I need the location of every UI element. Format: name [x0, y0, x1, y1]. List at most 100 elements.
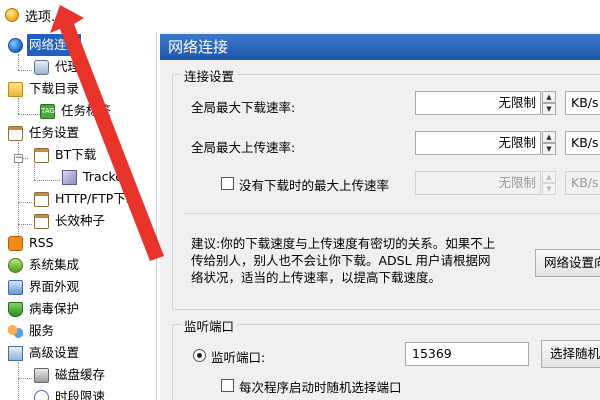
- clipboard-icon: [34, 147, 49, 163]
- window-title: 选项...: [25, 9, 64, 25]
- spin-down-icon[interactable]: ▼: [542, 183, 556, 195]
- max-upload-unit: KB/s: [565, 131, 600, 155]
- options-tree: − 网络连接 代理 下载目录 TAG 任务标签 任务设置 BT下载 Tracke…: [0, 32, 157, 400]
- tree-item-label: 任务标签: [61, 103, 112, 118]
- spin-up-icon[interactable]: ▲: [542, 91, 556, 103]
- proxy-icon: [34, 59, 49, 75]
- tree-item-task-settings[interactable]: 任务设置: [8, 122, 81, 144]
- connection-settings-title: 连接设置: [181, 66, 238, 85]
- tree-item-label: 磁盘缓存: [55, 367, 106, 382]
- tree-item-long-term-seeds[interactable]: 长效种子: [34, 210, 107, 232]
- tree-item-virus-protection[interactable]: 病毒保护: [8, 298, 81, 320]
- tree-connector: [18, 202, 32, 203]
- idle-upload-spinner[interactable]: ▲ ▼: [542, 171, 556, 195]
- idle-upload-input[interactable]: 无限制: [415, 171, 541, 195]
- tree-item-label: 任务设置: [29, 125, 80, 140]
- tree-item-network-connection[interactable]: 网络连接: [8, 34, 82, 56]
- tree-item-label: 长效种子: [55, 213, 106, 228]
- settings-panel: 网络连接 连接设置 全局最大下载速率: 无限制 ▲ ▼ KB/s 全局最大上传速…: [160, 32, 600, 400]
- tree-item-label: HTTP/FTP下载: [55, 191, 139, 206]
- max-download-spinner[interactable]: ▲ ▼: [542, 91, 556, 115]
- max-download-input[interactable]: 无限制: [415, 91, 541, 115]
- tree-item-label: 病毒保护: [29, 301, 80, 316]
- spin-up-icon[interactable]: ▲: [542, 171, 556, 183]
- tree-item-task-tags[interactable]: TAG 任务标签: [40, 100, 113, 122]
- tree-item-rss[interactable]: RSS: [8, 232, 56, 254]
- idle-upload-label: 没有下载时的最大上传速率: [239, 178, 390, 193]
- max-upload-spinner[interactable]: ▲ ▼: [542, 131, 556, 155]
- clock-icon: [34, 389, 49, 400]
- tree-item-label: BT下载: [55, 147, 97, 162]
- advanced-icon: [8, 345, 23, 361]
- globe-icon: [8, 37, 23, 53]
- bt-download-expander[interactable]: −: [14, 154, 23, 163]
- title-bar: 选项...: [0, 0, 600, 30]
- clipboard-icon: [8, 125, 23, 141]
- clipboard-icon: [34, 213, 49, 229]
- tree-item-label: 网络连接: [27, 34, 82, 56]
- tree-connector: [34, 180, 60, 181]
- tree-item-bt-download[interactable]: BT下载: [34, 144, 98, 166]
- tree-item-label: RSS: [29, 235, 54, 250]
- advice-line: 建议:你的下载速度与上传速度有密切的关系。如果不上: [191, 236, 496, 251]
- tree-item-time-speed-limit[interactable]: 时段限速: [34, 386, 107, 400]
- appearance-icon: [8, 279, 23, 295]
- tree-item-label: Tracker: [83, 169, 129, 184]
- spin-down-icon[interactable]: ▼: [542, 103, 556, 115]
- system-icon: [8, 257, 23, 273]
- listen-port-input[interactable]: 15369: [405, 342, 529, 366]
- service-icon: [8, 323, 23, 339]
- tree-item-proxy[interactable]: 代理: [34, 56, 82, 78]
- spin-down-icon[interactable]: ▼: [542, 143, 556, 155]
- advice-line: 传给别人，别人也不会让你下载。ADSL 用户请根据网: [191, 253, 491, 268]
- shield-icon: [8, 301, 23, 317]
- listen-port-group: 监听端口 监听端口: 15369 选择随机端口 每次程序启动时随机选择端口: [172, 316, 600, 400]
- tree-item-download-directory[interactable]: 下载目录: [8, 78, 81, 100]
- tree-item-label: 下载目录: [29, 81, 80, 96]
- tree-item-label: 高级设置: [29, 345, 80, 360]
- spin-up-icon[interactable]: ▲: [542, 131, 556, 143]
- tree-connector: [18, 98, 19, 114]
- tree-item-label: 系统集成: [29, 257, 80, 272]
- tree-item-disk-cache[interactable]: 磁盘缓存: [34, 364, 107, 386]
- panel-title: 网络连接: [160, 34, 600, 60]
- tree-connector: [18, 70, 32, 71]
- tag-icon: TAG: [40, 103, 55, 119]
- tree-item-appearance[interactable]: 界面外观: [8, 276, 81, 298]
- tree-connector: [18, 362, 19, 400]
- tree-item-label: 服务: [29, 323, 55, 338]
- idle-upload-checkbox[interactable]: [221, 177, 234, 190]
- tree-item-label: 时段限速: [55, 389, 106, 400]
- connection-settings-group: 连接设置 全局最大下载速率: 无限制 ▲ ▼ KB/s 全局最大上传速率: 无限…: [172, 66, 600, 310]
- group-divider: [183, 213, 600, 214]
- tree-item-advanced-settings[interactable]: 高级设置: [8, 342, 81, 364]
- max-upload-input[interactable]: 无限制: [415, 131, 541, 155]
- network-wizard-button[interactable]: 网络设置向导: [535, 249, 600, 277]
- tree-item-label: 代理: [55, 59, 81, 74]
- clipboard-icon: [34, 191, 49, 207]
- cube-icon: [62, 169, 77, 185]
- tree-connector: [18, 224, 32, 225]
- random-on-start-checkbox[interactable]: [221, 379, 234, 392]
- max-upload-label: 全局最大上传速率:: [191, 140, 296, 155]
- idle-upload-unit: KB/s: [565, 171, 600, 195]
- tree-item-services[interactable]: 服务: [8, 320, 56, 342]
- advice-line: 络状况，适当的上传速率，以提高下载速度。: [191, 270, 442, 285]
- random-port-button[interactable]: 选择随机端口: [541, 340, 600, 368]
- tree-connector: [18, 378, 32, 379]
- folder-icon: [8, 81, 23, 97]
- disk-icon: [34, 367, 49, 383]
- bandwidth-advice-note: 建议:你的下载速度与上传速度有密切的关系。如果不上 传给别人，别人也不会让你下载…: [191, 235, 533, 286]
- rss-icon: [8, 235, 23, 251]
- listen-port-radio[interactable]: [193, 349, 206, 362]
- tree-item-tracker[interactable]: Tracker: [62, 166, 130, 188]
- random-on-start-label: 每次程序启动时随机选择端口: [239, 380, 402, 395]
- tree-item-label: 界面外观: [29, 279, 80, 294]
- tree-connector: [18, 54, 19, 70]
- tree-item-system-integration[interactable]: 系统集成: [8, 254, 81, 276]
- max-download-unit: KB/s: [565, 91, 600, 115]
- tree-item-http-ftp-download[interactable]: HTTP/FTP下载: [34, 188, 140, 210]
- app-logo-icon: [5, 8, 19, 22]
- listen-port-title: 监听端口: [181, 316, 238, 335]
- listen-port-label: 监听端口:: [211, 350, 266, 365]
